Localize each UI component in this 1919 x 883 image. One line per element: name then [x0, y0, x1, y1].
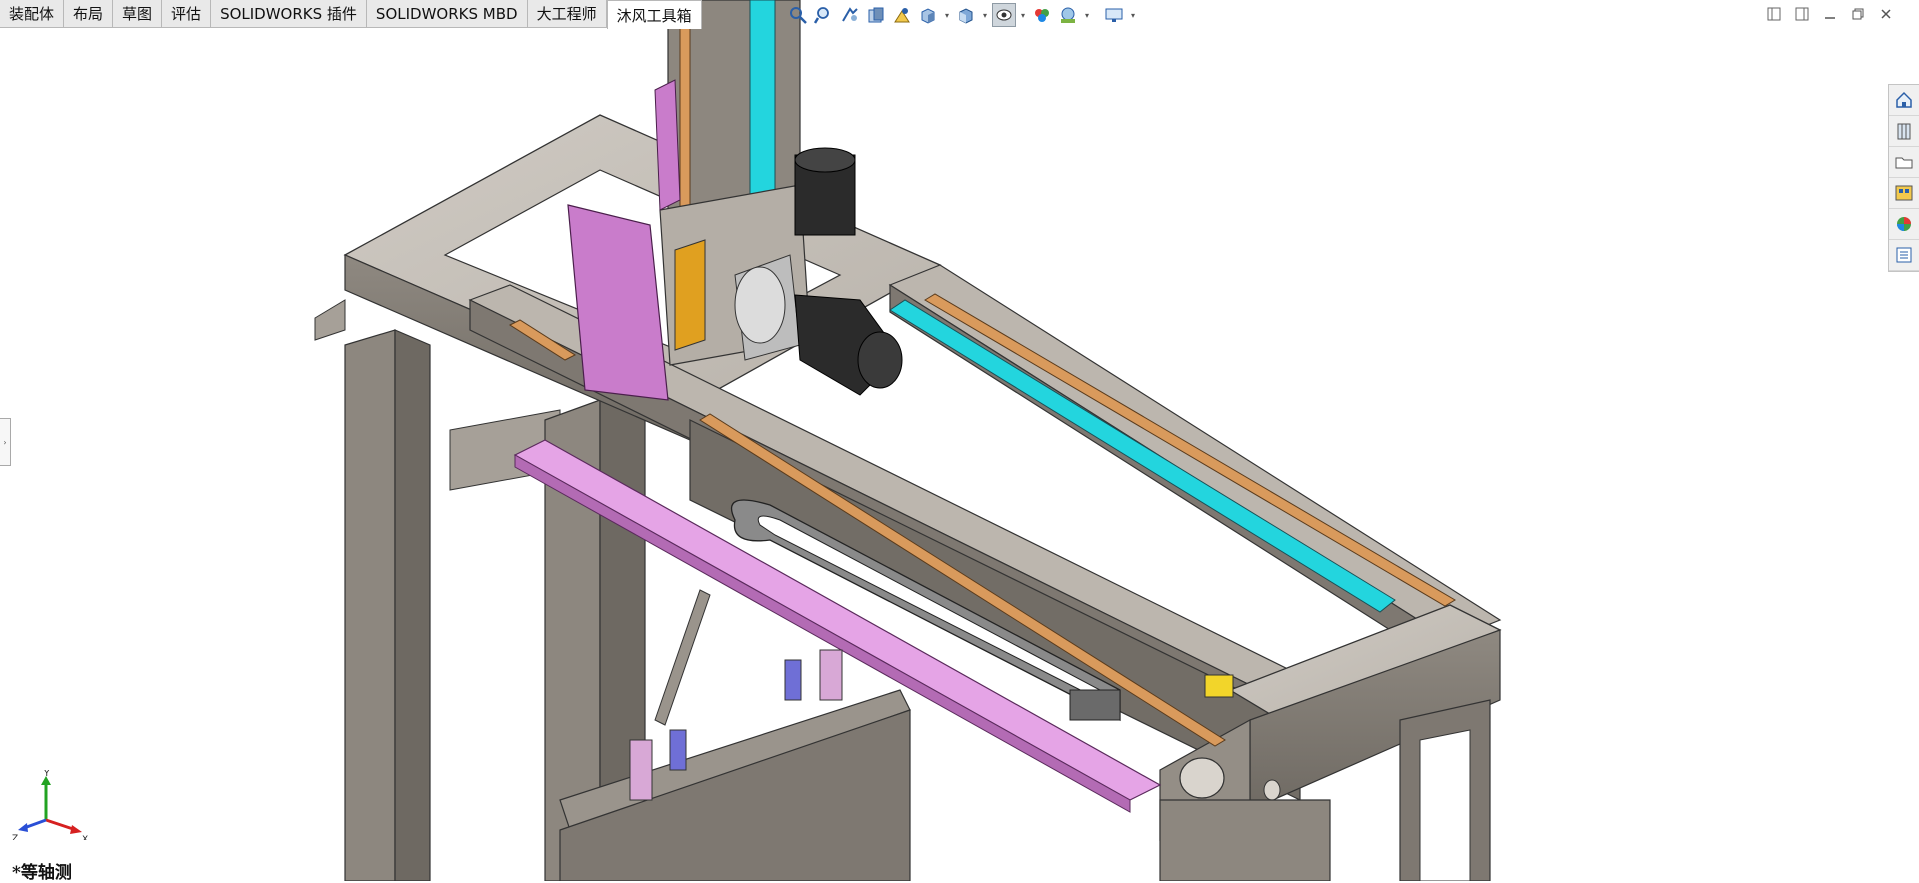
- servo-motor-top: [794, 147, 856, 236]
- feature-manager-expand-handle[interactable]: ›: [0, 418, 11, 466]
- tab-assembly[interactable]: 装配体: [0, 0, 65, 28]
- tab-mufeng-toolbox[interactable]: 沐风工具箱: [606, 0, 702, 29]
- tile-right-icon[interactable]: [1791, 4, 1813, 24]
- tile-left-icon[interactable]: [1763, 4, 1785, 24]
- chevron-down-icon[interactable]: ▾: [1128, 3, 1138, 27]
- zoom-to-area-icon[interactable]: [812, 3, 836, 27]
- document-window-controls: [1763, 4, 1897, 24]
- chevron-down-icon[interactable]: ▾: [980, 3, 990, 27]
- view-orientation-icon[interactable]: [916, 3, 940, 27]
- apply-scene-icon[interactable]: [1056, 3, 1080, 27]
- graphics-area[interactable]: [0, 0, 1919, 881]
- command-manager-tabs: 装配体 布局 草图 评估 SOLIDWORKS 插件 SOLIDWORKS MB…: [0, 0, 702, 29]
- heads-up-view-toolbar: ▾ ▾ ▾ ▾ ▾: [786, 2, 1138, 28]
- tab-great-engineer[interactable]: 大工程师: [527, 0, 607, 28]
- z-axis-label: Z: [12, 834, 18, 840]
- file-explorer-icon[interactable]: [1889, 147, 1919, 178]
- dynamic-annotation-icon[interactable]: [890, 3, 914, 27]
- reference-triad: Y X Z: [12, 770, 88, 840]
- tab-evaluate[interactable]: 评估: [162, 0, 212, 28]
- chevron-down-icon[interactable]: ▾: [942, 3, 952, 27]
- minimize-icon[interactable]: [1819, 4, 1841, 24]
- solidworks-resources-icon[interactable]: [1889, 85, 1919, 116]
- display-style-icon[interactable]: [954, 3, 978, 27]
- chevron-right-icon: ›: [3, 437, 7, 447]
- section-view-icon[interactable]: [864, 3, 888, 27]
- tab-solidworks-addins[interactable]: SOLIDWORKS 插件: [211, 0, 367, 28]
- tab-layout[interactable]: 布局: [64, 0, 114, 28]
- task-pane: [1888, 84, 1919, 272]
- hide-show-items-icon[interactable]: [992, 3, 1016, 27]
- chevron-down-icon[interactable]: ▾: [1082, 3, 1092, 27]
- edit-appearance-icon[interactable]: [1030, 3, 1054, 27]
- restore-icon[interactable]: [1847, 4, 1869, 24]
- tab-solidworks-mbd[interactable]: SOLIDWORKS MBD: [366, 0, 528, 28]
- view-palette-icon[interactable]: [1889, 178, 1919, 209]
- leg-left-front: [344, 329, 561, 881]
- appearances-icon[interactable]: [1889, 209, 1919, 240]
- zoom-to-fit-icon[interactable]: [786, 3, 810, 27]
- close-icon[interactable]: [1875, 4, 1897, 24]
- design-library-icon[interactable]: [1889, 116, 1919, 147]
- y-axis-label: Y: [43, 770, 50, 779]
- view-orientation-label: *等轴测: [12, 863, 72, 883]
- tab-sketch[interactable]: 草图: [113, 0, 163, 28]
- view-settings-icon[interactable]: [1102, 3, 1126, 27]
- chevron-down-icon[interactable]: ▾: [1018, 3, 1028, 27]
- custom-properties-icon[interactable]: [1889, 240, 1919, 271]
- previous-view-icon[interactable]: [838, 3, 862, 27]
- x-axis-label: X: [82, 835, 88, 840]
